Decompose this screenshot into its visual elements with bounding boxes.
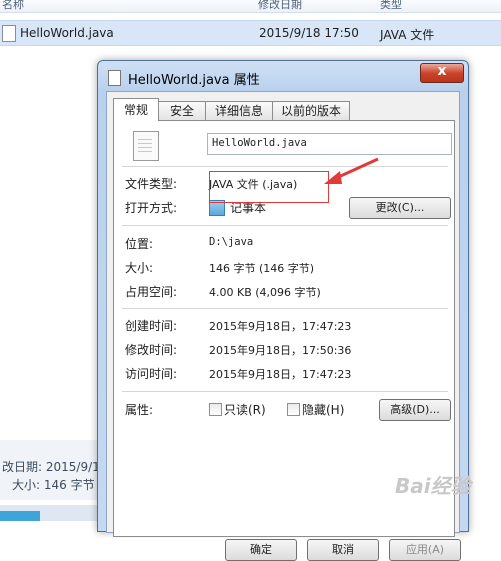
java-file-icon: [133, 131, 159, 161]
accessed-value: 2015年9月18日，17:47:23: [209, 368, 352, 381]
advanced-button[interactable]: 高级(D)...: [379, 399, 451, 421]
explorer-column-header: 名称 修改日期 类型: [0, 0, 501, 13]
created-label: 创建时间:: [125, 319, 178, 333]
taskbar-button[interactable]: [0, 511, 40, 521]
highlight-box: [209, 171, 329, 203]
cancel-button[interactable]: 取消: [307, 539, 379, 561]
file-row-name: HelloWorld.java: [20, 26, 114, 40]
ok-button[interactable]: 确定: [225, 539, 297, 561]
divider: [122, 166, 448, 167]
open-with-label: 打开方式:: [125, 201, 178, 215]
tab-general[interactable]: 常规: [113, 98, 159, 121]
divider: [122, 391, 448, 392]
column-name[interactable]: 名称: [2, 0, 24, 12]
tab-previous-versions[interactable]: 以前的版本: [272, 101, 350, 120]
column-type[interactable]: 类型: [380, 0, 402, 12]
details-modified: 改日期: 2015/9/1: [2, 460, 100, 474]
disk-size-label: 占用空间:: [125, 285, 178, 299]
column-modified[interactable]: 修改日期: [258, 0, 302, 12]
file-name-value: HelloWorld.java: [212, 137, 307, 149]
apply-button[interactable]: 应用(A): [389, 539, 461, 561]
file-row-date: 2015/9/18 17:50: [259, 26, 359, 40]
location-value: D:\java: [209, 236, 254, 248]
close-icon: x: [437, 63, 447, 79]
properties-dialog: HelloWorld.java 属性 x 常规 安全 详细信息 以前的版本 He…: [97, 60, 469, 561]
taskbar: [0, 505, 110, 521]
hidden-checkbox[interactable]: [287, 403, 300, 416]
close-button[interactable]: x: [420, 63, 464, 83]
annotation-arrow-icon: [324, 157, 379, 184]
created-value: 2015年9月18日，17:47:23: [209, 320, 352, 333]
hidden-label[interactable]: 隐藏(H): [302, 401, 344, 418]
dialog-client: 常规 安全 详细信息 以前的版本 HelloWorld.java 文件类型: J…: [106, 91, 461, 561]
details-size: 大小: 146 字节: [12, 478, 95, 492]
divider: [122, 225, 448, 226]
readonly-label[interactable]: 只读(R): [224, 401, 266, 418]
attributes-label: 属性:: [125, 403, 154, 417]
java-file-icon: [2, 25, 16, 42]
disk-size-value: 4.00 KB (4,096 字节): [209, 286, 321, 299]
accessed-label: 访问时间:: [125, 367, 178, 381]
file-icon: [108, 70, 121, 86]
readonly-checkbox[interactable]: [209, 403, 222, 416]
type-label: 文件类型:: [125, 177, 178, 191]
modified-label: 修改时间:: [125, 343, 178, 357]
title-bar[interactable]: HelloWorld.java 属性 x: [98, 61, 468, 91]
modified-value: 2015年9月18日，17:50:36: [209, 344, 352, 357]
dialog-title: HelloWorld.java 属性: [128, 73, 260, 88]
file-row[interactable]: HelloWorld.java 2015/9/18 17:50 JAVA 文件: [0, 20, 501, 46]
size-label: 大小:: [125, 261, 154, 275]
change-button[interactable]: 更改(C)...: [349, 197, 451, 219]
tab-details[interactable]: 详细信息: [205, 101, 273, 120]
watermark: Bai经验: [395, 474, 471, 498]
location-label: 位置:: [125, 237, 154, 251]
divider: [122, 308, 448, 309]
tab-security[interactable]: 安全: [158, 101, 206, 120]
file-name-field[interactable]: HelloWorld.java: [207, 133, 452, 155]
file-row-type: JAVA 文件: [380, 28, 435, 42]
details-pane: 改日期: 2015/9/1 大小: 146 字节: [0, 440, 110, 500]
size-value: 146 字节 (146 字节): [209, 262, 315, 275]
